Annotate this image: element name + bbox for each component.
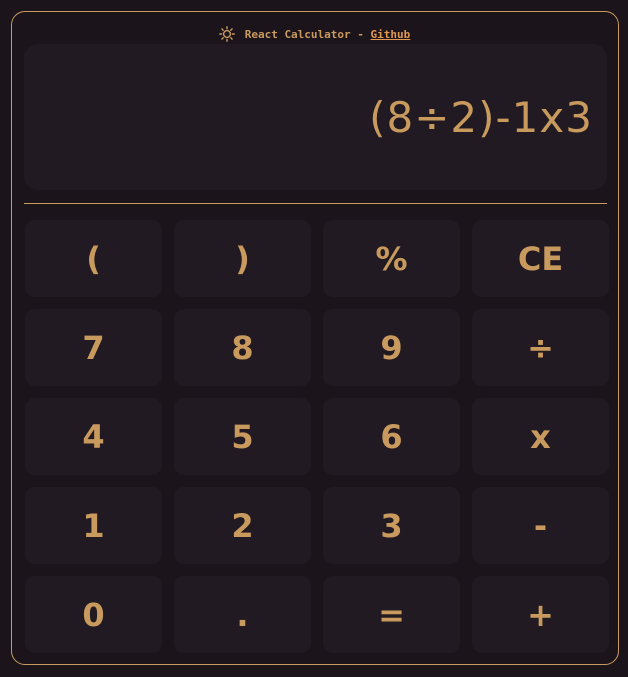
key-label: 1: [82, 506, 105, 545]
key-label: .: [236, 595, 249, 634]
key-label: 8: [231, 328, 254, 367]
keypad: ()% CE 7 8 9 ÷ 4 5 6 x 1 2 3 - 0. = +: [25, 220, 609, 653]
key-label: 5: [231, 417, 254, 456]
expression-text: (8÷2)-1x3: [369, 92, 593, 142]
key-7[interactable]: 7: [25, 309, 162, 386]
key-label: =: [378, 595, 405, 634]
key-divide[interactable]: ÷: [472, 309, 609, 386]
key-0[interactable]: 0: [25, 576, 162, 653]
key-subtract[interactable]: -: [472, 487, 609, 564]
key-label: -: [533, 506, 548, 545]
calculator-display: (8÷2)-1x3: [24, 44, 607, 190]
key-9[interactable]: 9: [323, 309, 460, 386]
key-label: CE: [517, 239, 564, 278]
key-label: 7: [82, 328, 105, 367]
key-label: 3: [380, 506, 403, 545]
github-link[interactable]: Github: [371, 28, 411, 41]
key-percent[interactable]: %: [323, 220, 460, 297]
key-5[interactable]: 5: [174, 398, 311, 475]
display-divider: [24, 203, 607, 204]
key-clear-entry[interactable]: CE: [472, 220, 609, 297]
key-open-paren[interactable]: (: [25, 220, 162, 297]
key-8[interactable]: 8: [174, 309, 311, 386]
key-label: %: [375, 239, 408, 278]
key-add[interactable]: +: [472, 576, 609, 653]
key-label: ÷: [527, 328, 554, 367]
app-header: React Calculator - Github: [0, 24, 628, 44]
key-equals[interactable]: =: [323, 576, 460, 653]
key-2[interactable]: 2: [174, 487, 311, 564]
key-label: 2: [231, 506, 254, 545]
key-label: 0: [82, 595, 105, 634]
title-separator: -: [350, 27, 371, 41]
key-1[interactable]: 1: [25, 487, 162, 564]
key-label: +: [527, 595, 554, 634]
key-4[interactable]: 4: [25, 398, 162, 475]
key-6[interactable]: 6: [323, 398, 460, 475]
key-label: ): [235, 239, 250, 278]
key-label: 6: [380, 417, 403, 456]
key-close-paren[interactable]: ): [174, 220, 311, 297]
key-label: 4: [82, 417, 105, 456]
key-label: (: [86, 239, 101, 278]
key-label: 9: [380, 328, 403, 367]
app-title: React Calculator: [244, 27, 351, 41]
key-3[interactable]: 3: [323, 487, 460, 564]
sun-icon[interactable]: [218, 25, 236, 43]
key-decimal[interactable]: .: [174, 576, 311, 653]
key-label: x: [530, 417, 551, 456]
key-multiply[interactable]: x: [472, 398, 609, 475]
